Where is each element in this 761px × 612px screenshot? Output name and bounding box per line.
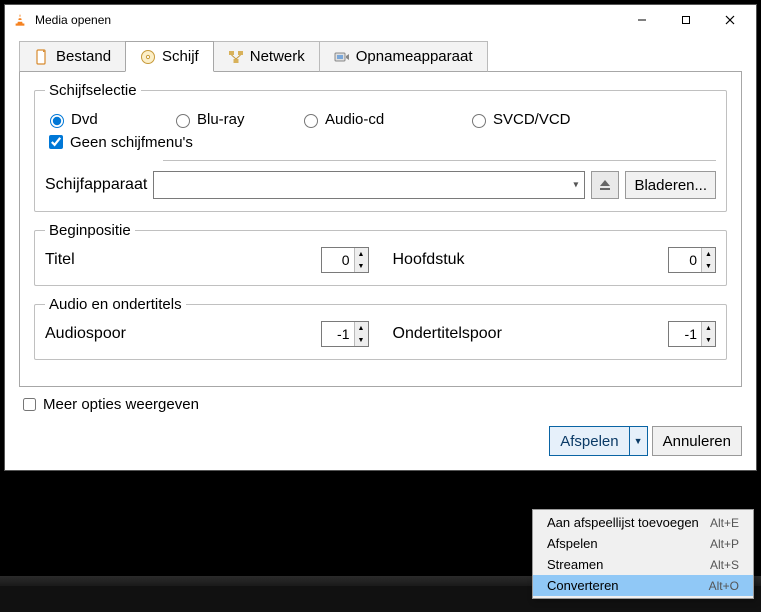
spin-down-icon[interactable]: ▼ <box>355 260 368 272</box>
play-dropdown-menu: Aan afspeellijst toevoegen Alt+E Afspele… <box>532 509 754 599</box>
capture-icon <box>334 49 350 65</box>
spin-up-icon[interactable]: ▲ <box>355 248 368 260</box>
audio-subs-group: Audio en ondertitels Audiospoor -1 ▲▼ On… <box>34 296 727 360</box>
spin-up-icon[interactable]: ▲ <box>702 248 715 260</box>
disc-device-label: Schijfapparaat <box>45 176 147 194</box>
dialog-content: Bestand Schijf Netwerk Opnameapparaat Sc… <box>5 35 756 470</box>
spin-down-icon[interactable]: ▼ <box>702 260 715 272</box>
menu-item-convert[interactable]: Converteren Alt+O <box>533 575 753 596</box>
dialog-footer: Afspelen ▼ Annuleren <box>19 426 742 456</box>
spin-up-icon[interactable]: ▲ <box>702 322 715 334</box>
tab-label: Opnameapparaat <box>356 48 473 65</box>
network-icon <box>228 49 244 65</box>
radio-bluray[interactable]: Blu-ray <box>171 111 299 128</box>
menu-item-stream[interactable]: Streamen Alt+S <box>533 554 753 575</box>
group-legend: Schijfselectie <box>45 82 141 99</box>
radio-svcd[interactable]: SVCD/VCD <box>467 111 571 128</box>
spin-down-icon[interactable]: ▼ <box>702 334 715 346</box>
disc-selection-group: Schijfselectie Dvd Blu-ray Audio-cd SVCD… <box>34 82 727 212</box>
tab-label: Netwerk <box>250 48 305 65</box>
chevron-down-icon: ▾ <box>573 180 578 191</box>
tab-label: Bestand <box>56 48 111 65</box>
title-label: Titel <box>45 251 321 269</box>
tab-label: Schijf <box>162 48 199 65</box>
chapter-spinbox[interactable]: 0 ▲▼ <box>668 247 716 273</box>
disc-type-radios: Dvd Blu-ray Audio-cd SVCD/VCD <box>45 111 716 128</box>
disc-panel: Schijfselectie Dvd Blu-ray Audio-cd SVCD… <box>19 71 742 387</box>
titlebar: Media openen <box>5 5 756 35</box>
tab-network[interactable]: Netwerk <box>213 41 320 72</box>
tab-capture[interactable]: Opnameapparaat <box>319 41 488 72</box>
menu-item-enqueue[interactable]: Aan afspeellijst toevoegen Alt+E <box>533 512 753 533</box>
disc-device-row: Schijfapparaat ▾ Bladeren... <box>45 171 716 199</box>
play-split-button[interactable]: Afspelen ▼ <box>549 426 647 456</box>
menu-item-play[interactable]: Afspelen Alt+P <box>533 533 753 554</box>
eject-icon <box>598 178 612 192</box>
disc-device-combo[interactable]: ▾ <box>153 171 585 199</box>
close-button[interactable] <box>708 6 752 34</box>
audio-track-label: Audiospoor <box>45 325 321 343</box>
tab-disc[interactable]: Schijf <box>125 41 214 72</box>
separator <box>163 160 716 161</box>
audio-track-spinbox[interactable]: -1 ▲▼ <box>321 321 369 347</box>
group-legend: Audio en ondertitels <box>45 296 186 313</box>
eject-button[interactable] <box>591 171 619 199</box>
spin-up-icon[interactable]: ▲ <box>355 322 368 334</box>
browse-button[interactable]: Bladeren... <box>625 171 716 199</box>
chapter-label: Hoofdstuk <box>393 251 669 269</box>
tab-bar: Bestand Schijf Netwerk Opnameapparaat <box>19 41 742 72</box>
radio-audiocd[interactable]: Audio-cd <box>299 111 467 128</box>
file-icon <box>34 49 50 65</box>
checkbox-no-disc-menus[interactable]: Geen schijfmenu's <box>45 132 716 152</box>
play-button-label: Afspelen <box>550 427 628 455</box>
play-dropdown-toggle[interactable]: ▼ <box>629 427 647 455</box>
group-legend: Beginpositie <box>45 222 135 239</box>
vlc-cone-icon <box>13 13 27 27</box>
dialog-window: Media openen Bestand Schijf Netwerk Opna… <box>4 4 757 471</box>
minimize-button[interactable] <box>620 6 664 34</box>
window-title: Media openen <box>35 13 620 27</box>
cancel-button[interactable]: Annuleren <box>652 426 742 456</box>
maximize-button[interactable] <box>664 6 708 34</box>
title-spinbox[interactable]: 0 ▲▼ <box>321 247 369 273</box>
tab-file[interactable]: Bestand <box>19 41 126 72</box>
disc-icon <box>140 49 156 65</box>
subtitle-track-label: Ondertitelspoor <box>393 325 669 343</box>
spin-down-icon[interactable]: ▼ <box>355 334 368 346</box>
radio-dvd[interactable]: Dvd <box>45 111 171 128</box>
checkbox-more-options[interactable]: Meer opties weergeven <box>19 395 742 414</box>
subtitle-track-spinbox[interactable]: -1 ▲▼ <box>668 321 716 347</box>
start-position-group: Beginpositie Titel 0 ▲▼ Hoofdstuk 0 ▲▼ <box>34 222 727 286</box>
